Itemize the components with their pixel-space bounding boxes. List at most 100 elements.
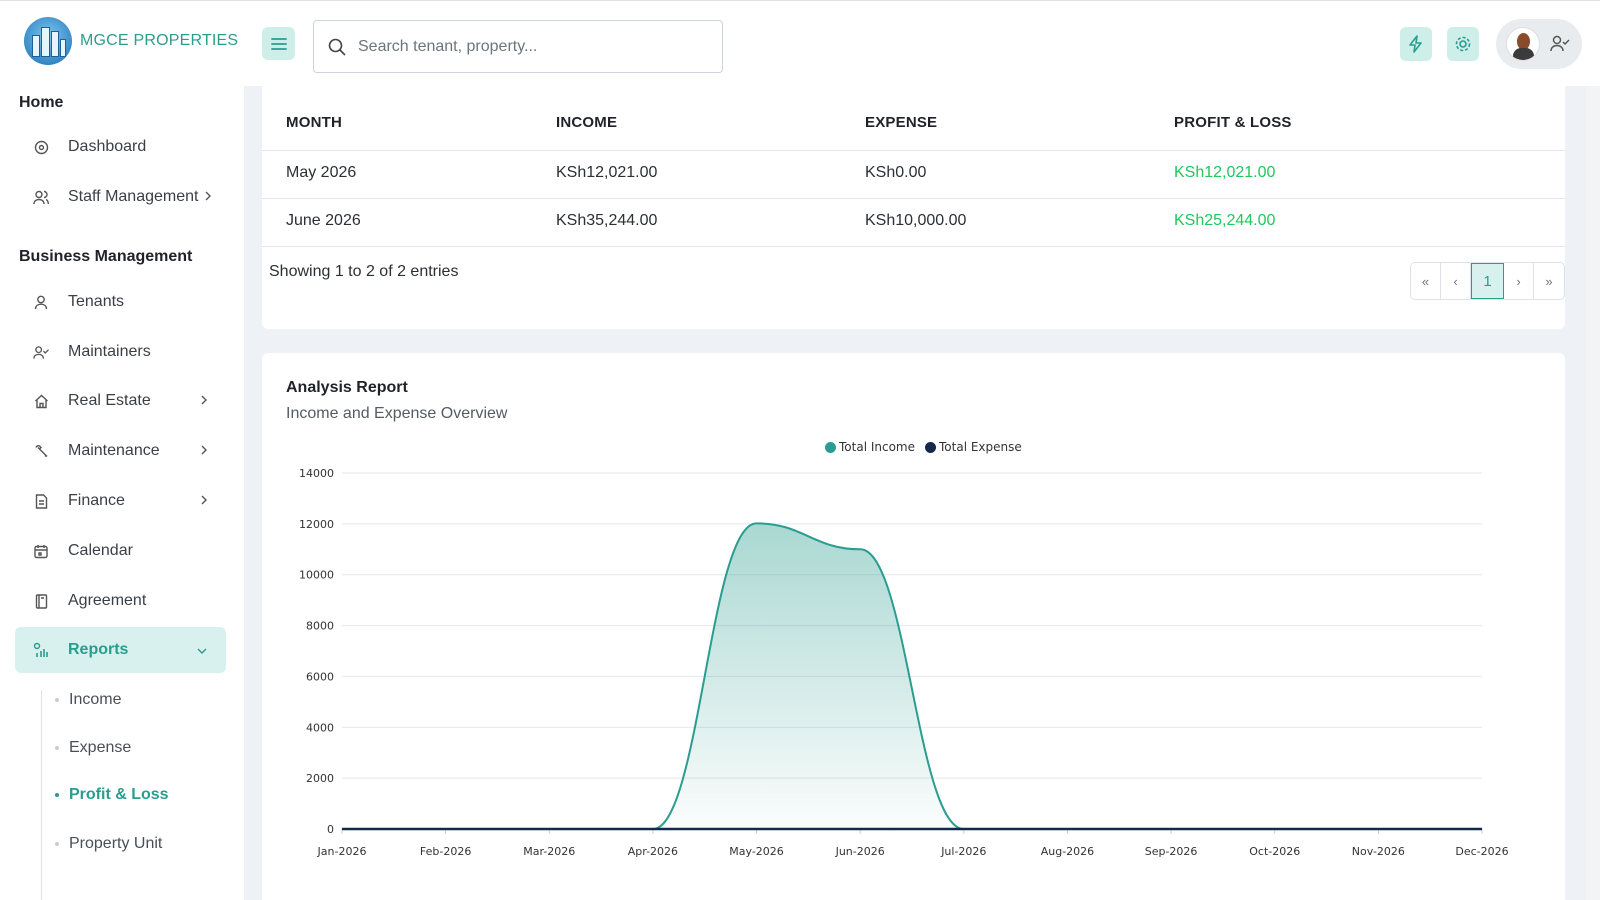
book-icon — [33, 593, 49, 609]
dashboard-icon — [33, 139, 49, 155]
chevron-down-icon — [196, 642, 208, 660]
column-header-income[interactable]: INCOME — [556, 114, 617, 131]
x-tick-label: Jul-2026 — [940, 845, 986, 858]
legend-swatch — [825, 441, 836, 453]
sidebar-item-label: Agreement — [68, 592, 147, 609]
calendar-icon — [33, 543, 49, 559]
document-icon — [33, 493, 49, 509]
sidebar-item-maintenance[interactable]: Maintenance — [15, 428, 226, 474]
submenu-item-expense[interactable]: Expense — [55, 728, 225, 768]
sidebar: Home Dashboard Staff Management Business… — [0, 86, 244, 900]
sidebar-item-tenants[interactable]: Tenants — [15, 279, 226, 325]
y-tick-label: 0 — [327, 823, 334, 836]
section-title-business: Business Management — [19, 248, 193, 265]
y-tick-label: 12000 — [299, 518, 334, 531]
sidebar-item-calendar[interactable]: Calendar — [15, 528, 226, 574]
profit-loss-table-card: MONTH INCOME EXPENSE PROFIT & LOSS May 2… — [262, 86, 1565, 329]
sidebar-item-label: Tenants — [68, 293, 125, 310]
quick-actions-button[interactable] — [1400, 27, 1432, 61]
x-tick-label: Sep-2026 — [1145, 845, 1198, 858]
sidebar-item-maintainers[interactable]: Maintainers — [15, 329, 226, 375]
sidebar-item-agreement[interactable]: Agreement — [15, 578, 226, 624]
legend-item-income[interactable]: Total Income — [825, 440, 915, 454]
pagination-first-button[interactable]: « — [1411, 263, 1441, 299]
bullet-icon — [55, 698, 59, 702]
search-input[interactable] — [358, 37, 688, 56]
sidebar-item-real-estate[interactable]: Real Estate — [15, 378, 226, 424]
area-chart: 0 2000 4000 6000 8000 10000 12000 14000 Jan-2026… — [299, 467, 1509, 858]
top-header: MGCE PROPERTIES — [0, 0, 1600, 86]
chevron-right-icon — [200, 493, 208, 511]
x-tick-label: Nov-2026 — [1352, 845, 1405, 858]
menu-toggle-button[interactable] — [262, 27, 295, 60]
legend-label: Total Expense — [939, 440, 1022, 454]
submenu-item-label: Income — [69, 691, 122, 708]
column-header-month[interactable]: MONTH — [286, 114, 342, 131]
sidebar-item-dashboard[interactable]: Dashboard — [15, 124, 226, 170]
sidebar-item-staff-management[interactable]: Staff Management — [15, 174, 226, 220]
submenu-item-profit-loss[interactable]: Profit & Loss — [55, 775, 225, 815]
sidebar-item-label: Staff Management — [68, 188, 199, 205]
sidebar-item-finance[interactable]: Finance — [15, 478, 226, 524]
submenu-item-label: Property Unit — [69, 835, 163, 852]
x-tick-label: Feb-2026 — [420, 845, 471, 858]
user-menu[interactable] — [1496, 19, 1582, 69]
sidebar-item-label: Calendar — [68, 542, 133, 559]
y-tick-label: 14000 — [299, 467, 334, 480]
chart-legend: Total Income Total Expense — [825, 440, 1022, 454]
x-tick-label: Mar-2026 — [523, 845, 575, 858]
users-icon — [33, 189, 49, 205]
pagination-next-button[interactable]: › — [1504, 263, 1534, 299]
submenu-item-label: Expense — [69, 739, 132, 756]
gear-icon — [1455, 36, 1471, 52]
cell-income: KSh35,244.00 — [556, 212, 658, 229]
bullet-icon — [55, 793, 59, 797]
legend-swatch — [925, 441, 936, 453]
bullet-icon — [55, 746, 59, 750]
pagination: « ‹ 1 › » — [1410, 262, 1565, 300]
settings-button[interactable] — [1447, 27, 1479, 61]
submenu-line — [41, 690, 42, 900]
user-check-icon — [1550, 35, 1570, 52]
home-icon — [33, 393, 49, 409]
user-check-icon — [33, 344, 49, 360]
reports-icon — [33, 642, 49, 658]
column-header-profit-loss[interactable]: PROFIT & LOSS — [1174, 114, 1292, 131]
legend-item-expense[interactable]: Total Expense — [925, 440, 1022, 454]
pagination-page-button[interactable]: 1 — [1471, 263, 1504, 299]
submenu-item-label: Profit & Loss — [69, 786, 169, 803]
y-tick-label: 4000 — [306, 721, 334, 734]
pagination-prev-button[interactable]: ‹ — [1441, 263, 1471, 299]
pagination-last-button[interactable]: » — [1534, 263, 1564, 299]
cell-expense: KSh10,000.00 — [865, 212, 967, 229]
sidebar-item-reports[interactable]: Reports — [15, 627, 226, 673]
y-tick-label: 6000 — [306, 670, 334, 683]
wrench-icon — [33, 443, 49, 459]
sidebar-item-label: Reports — [68, 641, 129, 658]
table-divider — [262, 150, 1565, 151]
search-box[interactable] — [313, 20, 723, 73]
table-divider — [262, 246, 1565, 247]
cell-month: June 2026 — [286, 212, 361, 229]
brand[interactable]: MGCE PROPERTIES — [24, 17, 238, 65]
submenu-item-property-unit[interactable]: Property Unit — [55, 824, 225, 864]
x-tick-label: Apr-2026 — [628, 845, 678, 858]
user-icon — [33, 294, 49, 310]
sidebar-item-label: Real Estate — [68, 392, 151, 409]
bullet-icon — [55, 842, 59, 846]
chevron-right-icon — [200, 443, 208, 461]
chevron-right-icon — [204, 188, 212, 206]
section-title-home: Home — [19, 94, 64, 111]
y-tick-label: 10000 — [299, 569, 334, 582]
analysis-report-card: Analysis Report Income and Expense Overv… — [262, 353, 1565, 900]
search-icon — [328, 38, 346, 55]
table-divider — [262, 198, 1565, 199]
y-tick-label: 8000 — [306, 620, 334, 633]
scrollbar[interactable] — [1586, 86, 1600, 900]
submenu-item-income[interactable]: Income — [55, 680, 225, 720]
cell-income: KSh12,021.00 — [556, 164, 658, 181]
sidebar-item-label: Maintenance — [68, 442, 160, 459]
column-header-expense[interactable]: EXPENSE — [865, 114, 937, 131]
cell-expense: KSh0.00 — [865, 164, 927, 181]
bolt-icon — [1409, 35, 1422, 53]
